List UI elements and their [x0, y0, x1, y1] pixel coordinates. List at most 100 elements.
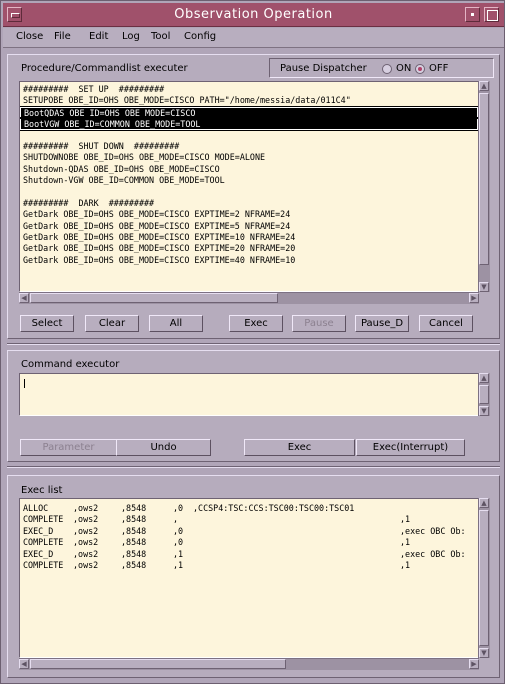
procedure-vertical-scrollbar[interactable]: ▲ ▼ [478, 81, 490, 292]
text-cursor [24, 379, 25, 388]
menu-config[interactable]: Config [184, 31, 216, 42]
exec-cell-status: ALLOC [23, 503, 49, 513]
menu-edit[interactable]: Edit [89, 31, 108, 42]
command-vscroll-thumb[interactable] [479, 385, 489, 404]
title-bar[interactable]: Observation Operation [3, 3, 504, 27]
clear-button[interactable]: Clear [85, 315, 139, 332]
procedure-horizontal-scrollbar[interactable]: ◀ ▶ [19, 292, 479, 304]
cancel-button[interactable]: Cancel [419, 315, 473, 332]
procedure-label: Procedure/Commandlist executer [21, 63, 188, 74]
scroll-up-arrow-icon[interactable]: ▲ [479, 81, 489, 91]
exec-list-row[interactable]: EXEC_D ,ows2 ,8548 ,1 ,exec OBC Ob: [20, 549, 478, 560]
select-button[interactable]: Select [20, 315, 74, 332]
exec-list-row[interactable]: EXEC_D ,ows2 ,8548 ,0 ,exec OBC Ob: [20, 526, 478, 537]
menu-file[interactable]: File [54, 31, 71, 42]
pause-on-radio[interactable] [382, 64, 392, 74]
exec-cell-host: ,ows2 [73, 559, 99, 570]
exec-cell-code: ,0 [173, 525, 184, 536]
exec-list-vscroll-thumb[interactable] [479, 510, 489, 646]
scroll-down-arrow-icon[interactable]: ▼ [479, 648, 489, 658]
exec-list-row[interactable]: ALLOC ,ows2 ,8548 ,0 ,CCSP4:TSC:CCS:TSC00:TS… [20, 503, 478, 514]
observation-operation-window: Observation Operation Close File Edit Lo… [0, 0, 505, 684]
command-label: Command executor [21, 359, 120, 370]
procedure-line[interactable]: SHUTDOWNOBE OBE_ID=OHS OBE_MODE=CISCO MO… [20, 152, 478, 163]
exec-cell-note: ,exec OBC Ob: [400, 525, 466, 536]
minimize-icon[interactable] [465, 7, 480, 22]
menu-log[interactable]: Log [122, 31, 140, 42]
procedure-line[interactable]: Shutdown-QDAS OBE_ID=OHS OBE_MODE=CISCO [20, 164, 478, 175]
procedure-line[interactable] [20, 187, 478, 198]
exec-cell-detail: ,CCSP4:TSC:CCS:TSC00:TSC00:TSC01 [193, 503, 355, 513]
exec-list-vertical-scrollbar[interactable]: ▲ ▼ [478, 498, 490, 658]
pause-d-button[interactable]: Pause_D [355, 315, 409, 332]
pause-off-label: OFF [429, 63, 449, 74]
exec-list-row[interactable]: COMPLETE ,ows2 ,8548, ,1 [20, 514, 478, 525]
divider[interactable] [7, 466, 500, 468]
exec-cell-id: ,8548 [121, 559, 147, 570]
procedure-hscroll-thumb[interactable] [30, 293, 278, 303]
procedure-line[interactable]: ######### SHUT DOWN ######### [20, 141, 478, 152]
divider[interactable] [7, 343, 500, 345]
command-input[interactable] [19, 373, 479, 416]
exec-list-label: Exec list [21, 485, 63, 496]
exec-cell-note: ,1 [400, 514, 411, 525]
exec-cell-status: EXEC_D [23, 548, 54, 559]
scroll-right-arrow-icon[interactable]: ▶ [469, 293, 479, 303]
procedure-vscroll-thumb[interactable] [479, 93, 489, 265]
procedure-line[interactable]: GetDark OBE_ID=OHS OBE_MODE=CISCO EXPTIM… [20, 255, 478, 266]
procedure-exec-button[interactable]: Exec [229, 315, 283, 332]
exec-cell-note: ,1 [400, 559, 411, 570]
exec-cell-status: EXEC_D [23, 525, 54, 536]
exec-cell-id: ,8548 [121, 514, 147, 525]
exec-cell-host: ,ows2 [73, 525, 99, 536]
exec-list-hscroll-thumb[interactable] [30, 659, 286, 669]
menu-tool[interactable]: Tool [151, 31, 170, 42]
exec-cell-host: ,ows2 [73, 537, 99, 548]
scroll-up-arrow-icon[interactable]: ▲ [479, 498, 489, 508]
scroll-left-arrow-icon[interactable]: ◀ [19, 659, 29, 669]
exec-interrupt-button[interactable]: Exec(Interrupt) [356, 439, 465, 456]
procedure-line[interactable]: GetDark OBE_ID=OHS OBE_MODE=CISCO EXPTIM… [20, 243, 478, 254]
scroll-down-arrow-icon[interactable]: ▼ [479, 406, 489, 416]
undo-button[interactable]: Undo [116, 439, 211, 456]
scroll-left-arrow-icon[interactable]: ◀ [19, 293, 29, 303]
exec-cell-note: ,1 [400, 537, 411, 548]
procedure-text-area[interactable]: ######### SET UP ######### SETUPOBE OBE_I… [19, 81, 479, 292]
scroll-up-arrow-icon[interactable]: ▲ [479, 373, 489, 383]
window-title: Observation Operation [174, 7, 333, 22]
exec-cell-code: ,1 [173, 548, 184, 559]
procedure-line[interactable]: GetDark OBE_ID=OHS OBE_MODE=CISCO EXPTIM… [20, 232, 478, 243]
exec-cell-id: ,8548 [121, 537, 147, 548]
pause-off-radio[interactable] [415, 64, 425, 74]
menu-close[interactable]: Close [16, 31, 43, 42]
exec-cell-host: ,ows2 [73, 514, 99, 525]
exec-list-row[interactable]: COMPLETE ,ows2 ,8548 ,1 ,1 [20, 560, 478, 571]
procedure-line[interactable]: BootVGW OBE_ID=COMMON OBE_MODE=TOOL [20, 117, 478, 131]
command-vertical-scrollbar[interactable]: ▲ ▼ [478, 373, 490, 416]
maximize-icon[interactable] [484, 7, 499, 22]
procedure-line[interactable]: SETUPOBE OBE_ID=OHS OBE_MODE=CISCO PATH=… [20, 95, 478, 106]
procedure-line[interactable]: ######### DARK ######### [20, 198, 478, 209]
pause-button[interactable]: Pause [292, 315, 346, 332]
procedure-line[interactable] [20, 130, 478, 141]
procedure-line[interactable]: ######### SET UP ######### [20, 84, 478, 95]
procedure-line[interactable]: GetDark OBE_ID=OHS OBE_MODE=CISCO EXPTIM… [20, 221, 478, 232]
scroll-right-arrow-icon[interactable]: ▶ [469, 659, 479, 669]
exec-list-row[interactable]: COMPLETE ,ows2 ,8548 ,0 ,1 [20, 537, 478, 548]
scroll-down-arrow-icon[interactable]: ▼ [479, 282, 489, 292]
exec-cell-status: COMPLETE [23, 514, 64, 525]
parameter-button[interactable]: Parameter [20, 439, 117, 456]
exec-cell-code: ,0 [173, 503, 184, 513]
exec-cell-id: ,8548 [121, 503, 147, 513]
exec-cell-host: ,ows2 [73, 503, 99, 513]
procedure-line[interactable]: GetDark OBE_ID=OHS OBE_MODE=CISCO EXPTIM… [20, 209, 478, 220]
exec-cell-host: ,ows2 [73, 548, 99, 559]
procedure-line[interactable]: Shutdown-VGW OBE_ID=COMMON OBE_MODE=TOOL [20, 175, 478, 186]
command-exec-button[interactable]: Exec [244, 439, 355, 456]
all-button[interactable]: All [149, 315, 203, 332]
exec-list-area[interactable]: ALLOC ,ows2 ,8548 ,0 ,CCSP4:TSC:CCS:TSC00:TS… [19, 498, 479, 658]
exec-cell-code: ,0 [173, 537, 184, 548]
exec-cell-id: ,8548 [121, 548, 147, 559]
procedure-line[interactable]: BootQDAS OBE_ID=OHS OBE_MODE=CISCO [20, 105, 478, 120]
exec-list-horizontal-scrollbar[interactable]: ◀ ▶ [19, 658, 479, 670]
